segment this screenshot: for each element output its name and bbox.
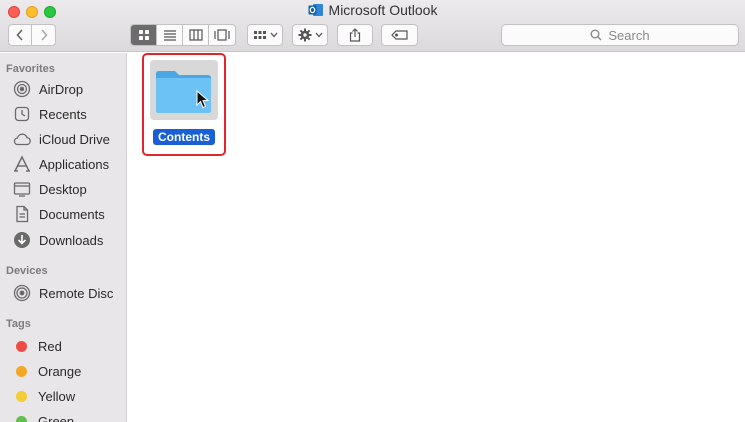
recents-icon — [12, 105, 32, 123]
sidebar-item-downloads[interactable]: Downloads — [12, 229, 103, 251]
sidebar-item-label: AirDrop — [39, 81, 84, 97]
folder-item-contents[interactable] — [150, 60, 218, 120]
list-view-button[interactable] — [157, 25, 183, 45]
sidebar-section-favorites: Favorites — [6, 63, 55, 75]
cursor-icon — [196, 90, 210, 109]
applications-icon — [12, 155, 32, 173]
icon-view-button[interactable] — [131, 25, 157, 45]
disc-icon — [12, 284, 32, 302]
downloads-icon — [12, 231, 32, 249]
gallery-view-button[interactable] — [209, 25, 235, 45]
sidebar: Favorites AirDrop Recents iCloud Drive A… — [0, 53, 127, 422]
finder-window: Microsoft Outlook Search Favorites AirDr… — [0, 0, 745, 422]
sidebar-item-remote-disc[interactable]: Remote Disc — [12, 282, 113, 304]
forward-button[interactable] — [32, 25, 55, 45]
search-icon — [590, 29, 602, 41]
edit-tags-button[interactable] — [381, 24, 418, 46]
sidebar-item-applications[interactable]: Applications — [12, 153, 109, 175]
tag-color-dot — [16, 365, 27, 377]
sidebar-item-label: Documents — [39, 206, 105, 222]
cloud-icon — [12, 130, 32, 148]
share-button[interactable] — [337, 24, 373, 46]
gallery-icon — [214, 29, 230, 41]
window-title-bar: Microsoft Outlook — [0, 2, 745, 21]
sidebar-section-tags: Tags — [6, 318, 31, 330]
sidebar-item-tag-orange[interactable]: Orange — [12, 360, 81, 382]
grid-icon — [138, 30, 149, 40]
sidebar-item-tag-green[interactable]: Green — [12, 410, 74, 422]
sidebar-item-airdrop[interactable]: AirDrop — [12, 78, 83, 100]
view-mode-control — [130, 24, 236, 46]
group-icon — [253, 31, 266, 39]
sidebar-item-label: iCloud Drive — [39, 131, 110, 147]
column-view-button[interactable] — [183, 25, 209, 45]
list-icon — [163, 30, 176, 41]
sidebar-item-label: Remote Disc — [39, 285, 114, 301]
sidebar-item-recents[interactable]: Recents — [12, 103, 87, 125]
sidebar-item-label: Green — [38, 413, 75, 422]
sidebar-item-tag-red[interactable]: Red — [12, 335, 62, 357]
folder-name-label[interactable]: Contents — [153, 129, 215, 145]
tag-color-dot — [16, 340, 27, 352]
file-browser-content: Contents — [128, 53, 745, 422]
desktop-icon — [12, 180, 32, 198]
sidebar-item-label: Desktop — [39, 181, 87, 197]
columns-icon — [188, 29, 203, 41]
gear-icon — [298, 28, 311, 42]
sidebar-item-tag-yellow[interactable]: Yellow — [12, 385, 75, 407]
window-title: Microsoft Outlook — [328, 2, 438, 18]
sidebar-section-devices: Devices — [6, 265, 48, 277]
sidebar-item-label: Recents — [39, 106, 87, 122]
back-button[interactable] — [9, 25, 33, 45]
tag-color-dot — [16, 415, 27, 422]
documents-icon — [12, 205, 32, 223]
tag-color-dot — [16, 390, 27, 402]
search-placeholder: Search — [608, 27, 650, 43]
search-field[interactable]: Search — [501, 24, 739, 46]
tag-icon — [390, 30, 408, 40]
sidebar-item-documents[interactable]: Documents — [12, 203, 105, 225]
sidebar-item-icloud-drive[interactable]: iCloud Drive — [12, 128, 110, 150]
action-button[interactable] — [292, 24, 328, 46]
chevron-right-icon — [40, 29, 48, 41]
sidebar-item-label: Applications — [39, 156, 110, 172]
sidebar-item-label: Orange — [38, 363, 82, 379]
sidebar-item-desktop[interactable]: Desktop — [12, 178, 87, 200]
chevron-down-icon — [270, 32, 277, 38]
outlook-icon — [308, 2, 324, 21]
share-icon — [349, 28, 361, 42]
group-by-button[interactable] — [247, 24, 283, 46]
sidebar-item-label: Downloads — [39, 232, 104, 248]
toolbar: Microsoft Outlook Search — [0, 0, 745, 52]
airdrop-icon — [12, 80, 32, 98]
chevron-left-icon — [16, 29, 23, 41]
sidebar-item-label: Red — [38, 338, 62, 354]
chevron-down-icon — [315, 32, 322, 38]
sidebar-item-label: Yellow — [38, 388, 76, 404]
navigation-buttons — [8, 24, 56, 46]
